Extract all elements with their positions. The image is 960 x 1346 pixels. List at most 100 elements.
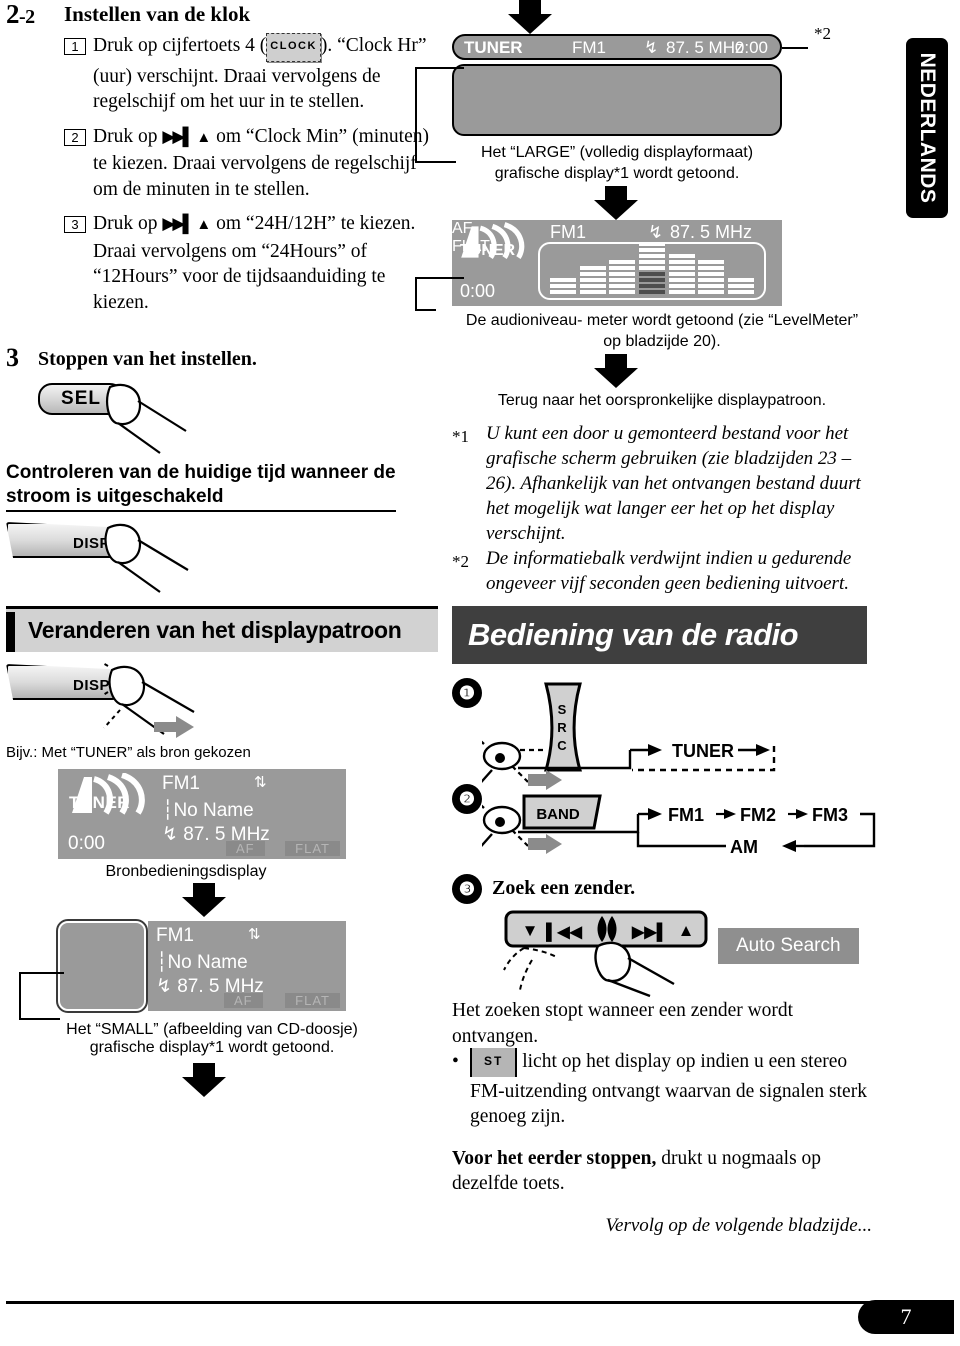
step-text: Druk op ▶▶▌ ▲ om “Clock Min” (minuten) t… — [93, 124, 438, 203]
down-arrow-mid — [594, 186, 882, 220]
down-arrow-2 — [182, 1063, 438, 1097]
step-text: Druk op cijfertoets 4 (CLOCK). “Clock Hr… — [93, 33, 438, 115]
caption-large-line1: Het “LARGE” (volledig displayformaat) — [480, 144, 754, 161]
caption-small-line2: grafische display*1 wordt getoond. — [89, 1039, 335, 1056]
wave-icon: ↯ — [648, 222, 664, 242]
flow-label-am: AM — [730, 837, 758, 857]
lcd-af-indicator: AF — [224, 993, 263, 1008]
leader-line — [19, 972, 64, 1020]
disp-button[interactable]: DISP — [6, 522, 124, 558]
step-item: 2 Druk op ▶▶▌ ▲ om “Clock Min” (minuten)… — [64, 124, 438, 203]
caption-meter-line1: De audioniveau- meter wordt getoond (zie… — [465, 312, 859, 329]
search-description: Het zoeken stopt wanneer een zender word… — [452, 1000, 794, 1047]
disp-button[interactable]: DISP — [6, 664, 124, 700]
finger-pressing-icon — [106, 383, 187, 454]
repeat-icon: ⇅ — [248, 926, 261, 943]
stop-early-bold: Voor het eerder stoppen, — [452, 1147, 657, 1169]
step-number: ❶ — [452, 678, 482, 708]
radio-operation-banner: Bediening van de radio — [452, 606, 867, 664]
flow-label-tuner: TUNER — [672, 741, 734, 761]
step-item: 1 Druk op cijfertoets 4 (CLOCK). “Clock … — [64, 33, 438, 115]
lcd-source-name: TUNER — [464, 38, 523, 57]
fast-forward-icon: ▶▶▌ — [631, 922, 668, 942]
sel-key-illustration: SEL — [38, 379, 438, 454]
step-number: ❷ — [452, 784, 482, 814]
caption-large-display: Het “LARGE” (volledig displayformaat) gr… — [452, 142, 782, 184]
footnote-marker: *1 — [452, 427, 469, 446]
stereo-indicator-note: • ST licht op het display op indien u ee… — [452, 1048, 872, 1130]
lcd-flat-indicator: FLAT — [285, 841, 340, 856]
flow-label-fm2: FM2 — [740, 805, 776, 825]
lcd-station-name: ┆No Name — [162, 799, 254, 822]
svg-text:R: R — [557, 720, 567, 735]
check-time-heading: Controleren van de huidige tijd wanneer … — [6, 461, 396, 512]
flow-label-fm3: FM3 — [812, 805, 848, 825]
footnote-text: U kunt een door u gemonteerd bestand voo… — [486, 423, 861, 544]
stop-setting-step: 3 Stoppen van het instellen. — [6, 343, 438, 373]
wave-icon: ↯ — [156, 976, 172, 997]
disp-key-illustration-1: DISP — [6, 518, 438, 593]
step-number: 3 — [6, 343, 19, 372]
section-title: Instellen van de klok — [64, 2, 251, 26]
sel-button[interactable]: SEL — [38, 383, 124, 415]
lcd-af-indicator: AF — [226, 841, 265, 856]
leader-line-meter — [415, 277, 464, 311]
chevron-up-icon: ▲ — [196, 129, 212, 146]
language-tab-text: NEDERLANDS — [916, 52, 939, 204]
step-number-badge: 2 — [64, 128, 86, 146]
caption-large-line2: grafische display*1 wordt getoond. — [494, 165, 740, 182]
page-number: 7 — [858, 1300, 954, 1334]
level-meter-bars — [538, 242, 766, 300]
right-column: TUNER FM1 ↯ 87. 5 MHz 0:00 *2 Het “LARGE… — [415, 0, 882, 1237]
down-arrow-bottom — [594, 354, 882, 388]
step-text-before: Druk op — [93, 125, 163, 147]
lcd-source-name: TUNER — [69, 793, 131, 812]
stop-early-note: Voor het eerder stoppen, drukt u nogmaal… — [452, 1146, 872, 1197]
lcd-band: FM1 — [162, 773, 200, 794]
flow-label-fm1: FM1 — [668, 805, 704, 825]
radio-step-2: ❷ BAND FM1 FM2 FM3 AM — [452, 784, 882, 876]
lcd-clock: 0:00 — [68, 833, 105, 854]
manual-page: 2-2 Instellen van de klok 1 Druk op cijf… — [0, 0, 960, 1346]
seek-buttons-illustration: ▼ ▌◀◀ ▶▶▌ ▲ Auto Search — [452, 908, 882, 998]
step-text-before: Druk op — [93, 213, 163, 234]
meter-bar — [668, 254, 695, 294]
lcd-frequency: 87. 5 MHz — [670, 222, 753, 242]
lcd-station-name: ┆No Name — [156, 951, 248, 974]
chevron-up-icon: ▲ — [196, 217, 212, 233]
rewind-icon: ▌◀◀ — [546, 922, 583, 942]
example-label: Bijv.: Met “TUNER” als bron gekozen — [6, 744, 251, 761]
footnotes: *1 U kunt een door u gemonteerd bestand … — [452, 421, 882, 596]
chevron-up-icon: ▲ — [678, 921, 695, 940]
finger-tapping-icon — [102, 661, 195, 738]
bullet-icon: • — [452, 1051, 459, 1072]
footnote-text: De informatiebalk verdwijnt indien u ged… — [486, 548, 852, 594]
section-heading: 2-2 Instellen van de klok — [6, 0, 438, 31]
lcd-flat-indicator: FLAT — [285, 993, 340, 1008]
caption-level-meter: De audioniveau- meter wordt getoond (zie… — [452, 310, 872, 352]
chevron-down-icon: ▼ — [522, 921, 539, 940]
antenna-icon: ┆ — [162, 800, 174, 821]
step-item: 3 Druk op ▶▶▌ ▲ om “24H/12H” te kiezen. … — [64, 211, 438, 315]
lcd-small-body: FM1 ⇅ ┆No Name ↯ 87. 5 MHz AF FLAT — [148, 921, 346, 1011]
lcd-station-name-text: No Name — [167, 952, 248, 973]
meter-bar — [698, 260, 725, 294]
footnote-marker: *2 — [452, 552, 469, 571]
lcd-band: FM1 — [550, 222, 586, 242]
radio-step-1: ❶ S R C TUNER — [452, 678, 882, 790]
lcd-frequency: 87. 5 MHz — [666, 38, 744, 57]
meter-bar — [638, 242, 665, 294]
svg-text:BAND: BAND — [536, 806, 579, 823]
meter-bar — [728, 278, 755, 294]
fast-forward-icon: ▶▶▌ — [162, 126, 194, 146]
clock-button-chip: CLOCK — [266, 33, 321, 62]
caption-small-display: Het “SMALL” (afbeelding van CD-doosje) g… — [12, 1021, 412, 1057]
down-arrow-1 — [182, 883, 438, 917]
src-button-illustration: S R C TUNER — [467, 682, 776, 790]
fast-forward-icon: ▶▶▌ — [162, 214, 194, 233]
stereo-note-text: licht op het display op indien u een ste… — [470, 1051, 867, 1127]
footnote-marker-2: *2 — [814, 24, 831, 43]
left-column: 2-2 Instellen van de klok 1 Druk op cijf… — [6, 0, 438, 1097]
footer-rule — [6, 1301, 954, 1304]
step-number-badge: 3 — [64, 216, 86, 233]
